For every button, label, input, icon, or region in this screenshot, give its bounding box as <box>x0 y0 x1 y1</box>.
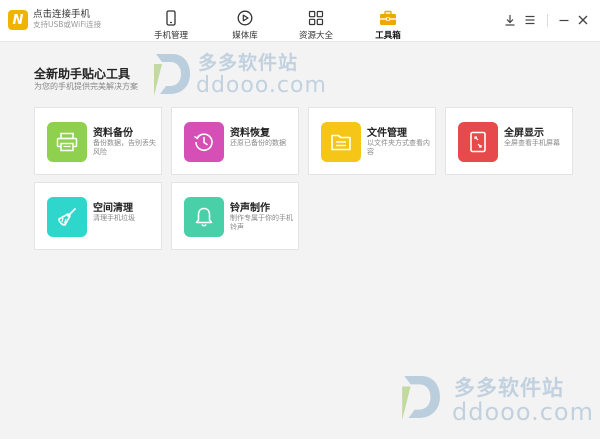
app-logo-icon[interactable]: N <box>8 10 28 30</box>
printer-backup-icon <box>47 122 87 162</box>
play-circle-icon <box>237 10 253 26</box>
tool-title: 全屏显示 <box>504 128 544 139</box>
tool-card-ringtone[interactable]: 铃声制作 制作专属于你的手机铃声 <box>171 182 299 250</box>
tool-card-data-backup[interactable]: 资料备份 备份数据，告别丢失风险 <box>34 107 162 175</box>
tool-desc: 还原已备份的数据 <box>230 139 286 147</box>
folder-icon <box>321 122 361 162</box>
tool-desc: 全屏查看手机屏幕 <box>504 139 560 147</box>
download-button[interactable] <box>502 12 518 28</box>
tool-title: 空间清理 <box>93 203 133 214</box>
tool-title: 资料恢复 <box>230 128 270 139</box>
menu-icon <box>525 15 535 25</box>
broom-icon <box>47 197 87 237</box>
fullscreen-phone-icon <box>458 122 498 162</box>
tab-label: 资源大全 <box>298 31 333 41</box>
page-subtitle: 为您的手机提供完美解决方案 <box>34 82 138 91</box>
tool-card-fullscreen[interactable]: 全屏显示 全屏查看手机屏幕 <box>445 107 573 175</box>
connect-subtitle: 支持USB或WiFi连接 <box>33 20 102 29</box>
clock-restore-icon <box>184 122 224 162</box>
toolbox-icon <box>380 10 396 25</box>
close-icon <box>578 15 588 25</box>
tab-label: 手机管理 <box>153 31 188 41</box>
tool-desc: 清理手机垃圾 <box>93 214 135 222</box>
menu-button[interactable] <box>522 12 538 28</box>
phone-icon <box>166 10 176 26</box>
watermark-logo-icon <box>154 54 190 96</box>
watermark-cn: 多多软件站 <box>198 52 299 74</box>
watermark-en: ddooo.com <box>196 73 327 98</box>
tool-title: 资料备份 <box>93 128 133 139</box>
tab-toolbox[interactable]: 工具箱 <box>360 0 416 42</box>
bell-icon <box>184 197 224 237</box>
tab-resources[interactable]: 资源大全 <box>288 0 344 42</box>
close-button[interactable] <box>575 12 591 28</box>
connect-title[interactable]: 点击连接手机 <box>33 9 101 20</box>
watermark-logo-icon <box>402 376 440 421</box>
page-title: 全新助手贴心工具 <box>34 67 131 81</box>
watermark-bottom: 多多软件站 ddooo.com <box>398 366 593 428</box>
tool-title: 铃声制作 <box>230 203 270 214</box>
minimize-icon <box>559 19 569 22</box>
minimize-button[interactable] <box>556 12 572 28</box>
tool-card-space-clean[interactable]: 空间清理 清理手机垃圾 <box>34 182 162 250</box>
tool-card-data-restore[interactable]: 资料恢复 还原已备份的数据 <box>171 107 299 175</box>
tool-card-file-manager[interactable]: 文件管理 以文件夹方式查看内容 <box>308 107 436 175</box>
watermark-en: ddooo.com <box>452 398 594 426</box>
tab-label: 工具箱 <box>375 31 401 41</box>
tool-title: 文件管理 <box>367 128 407 139</box>
download-icon <box>505 15 515 26</box>
watermark-top: 多多软件站 ddooo.com <box>150 48 326 103</box>
tool-desc: 备份数据，告别丢失风险 <box>93 139 156 156</box>
tab-media-library[interactable]: 媒体库 <box>217 0 273 42</box>
window-controls-divider <box>547 14 548 27</box>
title-bar: N 点击连接手机 支持USB或WiFi连接 手机管理 媒体库 资源大全 工具箱 <box>0 0 600 42</box>
tool-desc: 制作专属于你的手机铃声 <box>230 214 293 231</box>
tab-label: 媒体库 <box>232 31 258 41</box>
connect-phone-link[interactable]: 点击连接手机 支持USB或WiFi连接 <box>33 9 101 30</box>
tab-phone-manage[interactable]: 手机管理 <box>143 0 199 42</box>
tool-desc: 以文件夹方式查看内容 <box>367 139 430 156</box>
grid-icon <box>308 10 324 26</box>
